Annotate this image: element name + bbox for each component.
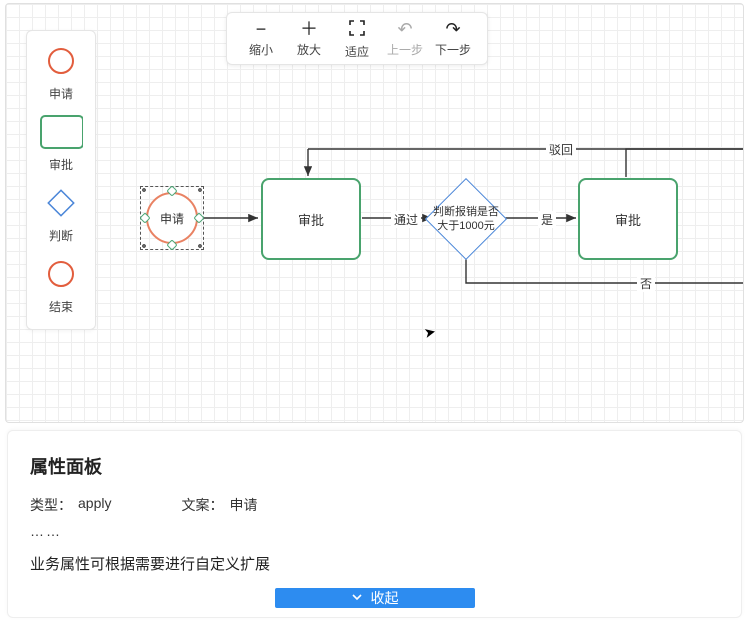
prop-ellipsis: …… <box>30 523 719 539</box>
property-panel: 属性面板 类型： apply 文案： 申请 …… 业务属性可根据需要进行自定义扩… <box>7 430 742 618</box>
prop-text-label: 文案： <box>181 495 223 515</box>
collapse-button[interactable]: 收起 <box>275 588 475 608</box>
flow-canvas[interactable]: − 缩小 ＋ 放大 适应 ↶ 上一步 ↷ 下一步 申请 <box>5 3 744 423</box>
node-layer: 申请 审批 判断报销是否大于1000元 审批 <box>6 4 743 422</box>
prop-type-field: 类型： apply <box>30 495 111 515</box>
node-judge-label: 判断报销是否大于1000元 <box>428 205 504 234</box>
property-panel-title: 属性面板 <box>30 453 719 479</box>
node-judge[interactable]: 判断报销是否大于1000元 <box>426 179 506 259</box>
node-apply[interactable]: 申请 <box>146 192 198 244</box>
prop-type-label: 类型： <box>30 495 72 515</box>
node-approve-1-label: 审批 <box>298 210 324 229</box>
node-approve-2[interactable]: 审批 <box>578 178 678 260</box>
prop-note: 业务属性可根据需要进行自定义扩展 <box>30 553 719 574</box>
prop-text-value: 申请 <box>229 495 257 515</box>
prop-type-value: apply <box>78 495 111 515</box>
node-approve-1[interactable]: 审批 <box>261 178 361 260</box>
node-apply-label: 申请 <box>160 210 184 227</box>
collapse-label: 收起 <box>371 588 399 608</box>
chevron-down-icon <box>351 590 363 606</box>
node-approve-2-label: 审批 <box>615 210 641 229</box>
prop-text-field: 文案： 申请 <box>181 495 257 515</box>
